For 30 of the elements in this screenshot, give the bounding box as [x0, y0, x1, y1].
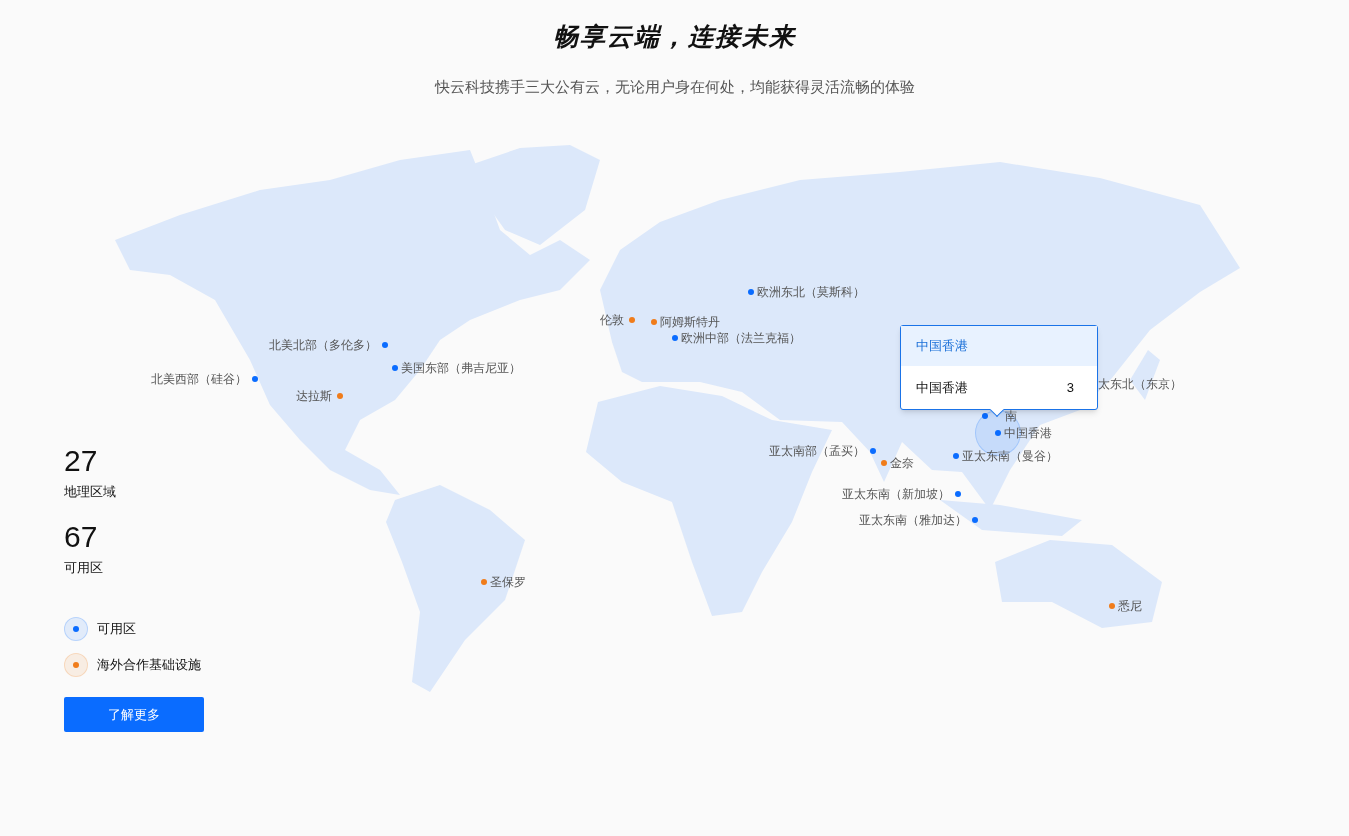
page-subtitle: 快云科技携手三大公有云，无论用户身在何处，均能获得灵活流畅的体验: [434, 76, 915, 97]
location-label: 亚太南部（孟买）: [769, 444, 865, 458]
stat-label: 地理区域: [64, 483, 117, 501]
location-label: 伦敦: [600, 313, 624, 327]
page-title: 畅享云端，连接未来: [553, 21, 796, 52]
legend-label: 海外合作基础设施: [97, 656, 201, 675]
location-label: 欧洲东北（莫斯科）: [757, 285, 865, 299]
location-label: 圣保罗: [490, 575, 526, 589]
location-label: 北美西部（硅谷）: [151, 372, 247, 386]
location-label: 亚太东南（曼谷）: [962, 449, 1058, 463]
location-label: 欧洲中部（法兰克福）: [681, 331, 801, 345]
legend-label: 可用区: [97, 620, 136, 639]
location-label: 亚太东南（新加坡）: [842, 487, 950, 501]
stat-value: 27: [64, 444, 99, 478]
location-label: 北美北部（多伦多）: [269, 338, 377, 352]
location-label: 阿姆斯特丹: [660, 315, 720, 329]
learn-more-button[interactable]: 了解更多: [64, 697, 204, 732]
location-label: 南: [1005, 409, 1017, 423]
location-label: 达拉斯: [296, 389, 332, 403]
stat-label: 可用区: [64, 558, 104, 577]
tooltip-title: 中国香港: [916, 337, 968, 356]
location-label: 金奈: [890, 456, 914, 470]
tooltip-row-name: 中国香港: [916, 378, 968, 397]
location-label: 亚太东南（雅加达）: [859, 513, 967, 527]
location-label: 美国东部（弗吉尼亚）: [401, 361, 521, 375]
stat-value: 67: [64, 519, 99, 554]
location-label: 悉尼: [1118, 599, 1142, 613]
location-label: 太东北（东京）: [1098, 377, 1182, 391]
tooltip-row-count: 3: [1066, 378, 1075, 397]
location-label: 中国香港: [1004, 426, 1052, 440]
